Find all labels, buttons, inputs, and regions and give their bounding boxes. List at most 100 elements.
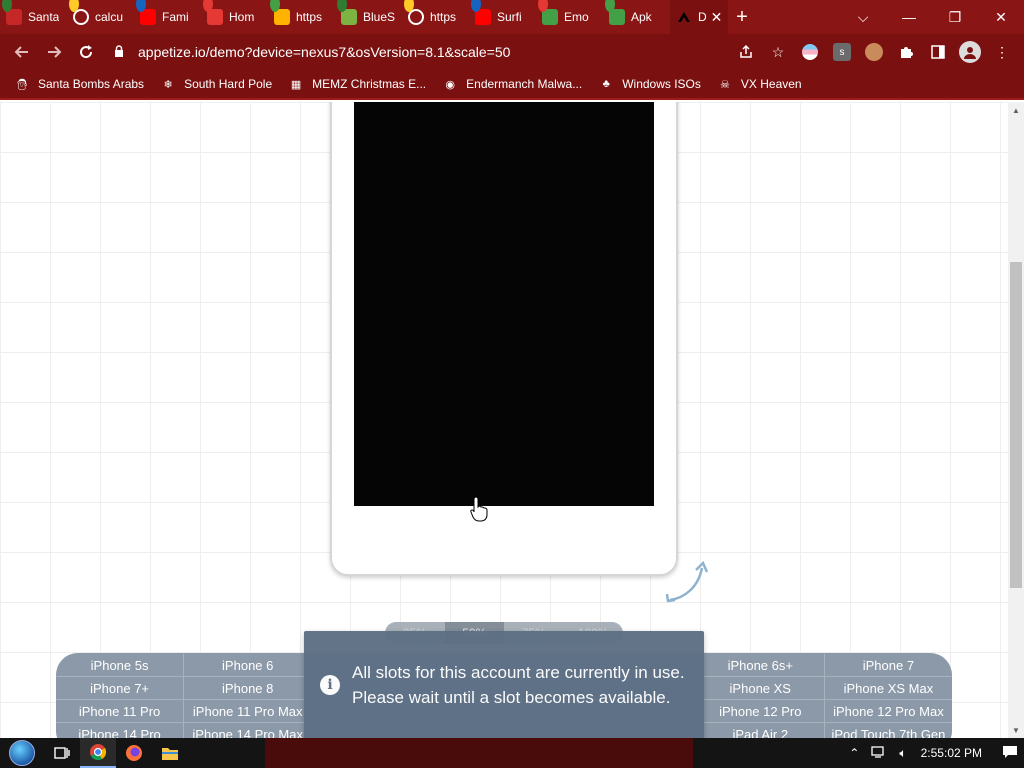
device-option[interactable]: iPhone 14 Pro Max bbox=[184, 723, 313, 738]
notifications-icon[interactable] bbox=[1002, 745, 1018, 762]
lock-icon[interactable] bbox=[114, 44, 132, 60]
tab-10[interactable]: Apk bbox=[603, 0, 670, 34]
firefox-icon bbox=[126, 745, 142, 761]
taskbar-spacer bbox=[265, 738, 693, 768]
tab-label: Santa bbox=[28, 10, 60, 24]
tab-label: Apk bbox=[631, 10, 652, 24]
device-option[interactable]: iPad Air 2 bbox=[697, 723, 825, 738]
minimize-button[interactable]: — bbox=[886, 0, 932, 34]
restore-button[interactable]: ❐ bbox=[932, 0, 978, 34]
device-option[interactable]: iPhone 8 bbox=[184, 677, 313, 700]
tab-label: BlueS bbox=[363, 10, 396, 24]
reload-button[interactable] bbox=[70, 36, 102, 68]
url-text: appetize.io/demo?device=nexus7&osVersion… bbox=[138, 44, 511, 60]
close-tab-icon[interactable]: ✕ bbox=[711, 9, 723, 26]
face-extension-icon[interactable] bbox=[865, 43, 883, 61]
tab-label: D bbox=[698, 10, 707, 24]
tab-label: https bbox=[296, 10, 323, 24]
forward-button[interactable] bbox=[38, 36, 70, 68]
toolbar-actions: ☆ s ⋮ bbox=[730, 36, 1018, 68]
device-option[interactable]: iPhone 7 bbox=[824, 654, 952, 677]
start-button[interactable] bbox=[0, 738, 44, 768]
device-option[interactable]: iPhone 14 Pro bbox=[56, 723, 185, 738]
snowflake-icon: ❄ bbox=[163, 78, 173, 91]
side-panel-icon[interactable] bbox=[922, 36, 954, 68]
bookmark-6[interactable]: ☠ VX Heaven bbox=[717, 76, 802, 92]
tray-overflow-chevron-icon[interactable]: ⌃ bbox=[849, 746, 859, 760]
address-bar[interactable]: appetize.io/demo?device=nexus7&osVersion… bbox=[110, 38, 722, 66]
tab-label: calcu bbox=[95, 10, 124, 24]
new-tab-button[interactable]: + bbox=[728, 3, 756, 31]
tab-label: Hom bbox=[229, 10, 255, 24]
device-option[interactable]: iPhone XS bbox=[696, 677, 825, 700]
bookmark-star-icon[interactable]: ☆ bbox=[762, 36, 794, 68]
network-icon[interactable] bbox=[871, 745, 887, 762]
folder-icon bbox=[162, 748, 178, 760]
taskbar-file-explorer[interactable] bbox=[152, 738, 188, 768]
tab-5[interactable]: https bbox=[268, 0, 335, 34]
device-option[interactable]: iPhone 11 Pro Max bbox=[184, 700, 313, 723]
device-option[interactable]: iPhone 12 Pro bbox=[696, 700, 825, 723]
device-option[interactable]: iPhone 6 bbox=[184, 654, 313, 677]
bookmark-2[interactable]: ❄ South Hard Pole bbox=[160, 76, 272, 92]
device-option[interactable]: iPhone 7+ bbox=[56, 677, 185, 700]
profile-avatar-icon[interactable] bbox=[959, 41, 981, 63]
tab-8[interactable]: Surfi bbox=[469, 0, 536, 34]
menu-kebab-icon[interactable]: ⋮ bbox=[986, 36, 1018, 68]
scroll-up-icon[interactable]: ▲ bbox=[1008, 102, 1024, 118]
extensions-puzzle-icon[interactable] bbox=[890, 36, 922, 68]
santa-icon: 🎅︎ bbox=[15, 78, 29, 91]
bookmark-label: MEMZ Christmas E... bbox=[312, 77, 427, 91]
tab-search-icon[interactable]: ⌵ bbox=[840, 0, 886, 34]
tab-label: Surfi bbox=[497, 10, 522, 24]
flag-extension-icon[interactable] bbox=[802, 44, 818, 60]
scroll-down-icon[interactable]: ▼ bbox=[1008, 722, 1024, 738]
bookmark-5[interactable]: ♣ Windows ISOs bbox=[598, 76, 701, 92]
device-option[interactable]: iPhone XS Max bbox=[824, 677, 952, 700]
bookmarks-bar: 🎅︎ Santa Bombs Arabs ❄ South Hard Pole ▦ MEMZ… bbox=[0, 70, 1024, 100]
device-option[interactable]: iPhone 6s+ bbox=[696, 654, 825, 677]
bookmark-3[interactable]: ▦ MEMZ Christmas E... bbox=[288, 76, 426, 92]
tab-9[interactable]: Emo bbox=[536, 0, 603, 34]
tab-1[interactable]: Santa bbox=[0, 0, 67, 34]
tab-6[interactable]: BlueS bbox=[335, 0, 402, 34]
taskbar-clock[interactable]: 2:55:02 PM bbox=[921, 746, 982, 760]
tab-label: Fami bbox=[162, 10, 189, 24]
taskbar-firefox[interactable] bbox=[116, 738, 152, 768]
back-arrow-icon bbox=[14, 46, 28, 58]
bookmark-1[interactable]: 🎅︎ Santa Bombs Arabs bbox=[14, 76, 144, 92]
back-button[interactable] bbox=[6, 36, 38, 68]
share-icon[interactable] bbox=[730, 36, 762, 68]
tab-label: https bbox=[430, 10, 457, 24]
device-option[interactable]: iPhone 11 Pro bbox=[56, 700, 185, 723]
hand-cursor-icon bbox=[470, 496, 488, 522]
chrome-icon bbox=[90, 744, 107, 761]
bookmark-4[interactable]: ◉ Endermanch Malwa... bbox=[442, 76, 582, 92]
tab-7[interactable]: https bbox=[402, 0, 469, 34]
bookmark-label: South Hard Pole bbox=[184, 77, 273, 91]
taskbar-chrome[interactable] bbox=[80, 738, 116, 768]
close-window-button[interactable]: ✕ bbox=[978, 0, 1024, 34]
rotate-device-icon[interactable] bbox=[664, 558, 712, 606]
memz-icon: ▦ bbox=[290, 78, 302, 91]
tab-2[interactable]: calcu bbox=[67, 0, 134, 34]
bookmark-label: Endermanch Malwa... bbox=[466, 77, 583, 91]
page-scrollbar[interactable]: ▲ ▼ bbox=[1008, 102, 1024, 738]
windows-taskbar: ⌃ 🔈︎ 2:55:02 PM bbox=[0, 738, 1024, 768]
device-option[interactable]: iPhone 12 Pro Max bbox=[824, 700, 952, 723]
device-option[interactable]: iPhone 5s bbox=[56, 654, 185, 677]
device-frame: 5 bbox=[330, 102, 678, 576]
device-option[interactable]: iPod Touch 7th Gen bbox=[825, 723, 952, 739]
scrollbar-thumb[interactable] bbox=[1010, 262, 1022, 588]
device-screen[interactable]: 5 bbox=[354, 102, 654, 506]
cat-icon: ◉ bbox=[445, 78, 455, 91]
s-extension-icon[interactable]: s bbox=[833, 43, 851, 61]
appetize-demo-page: 5 25%50%75%100% iPhone 5siPhone 6iPhone … bbox=[0, 102, 1008, 738]
tab-active-appetize[interactable]: D ✕ bbox=[670, 0, 728, 34]
tab-3[interactable]: Fami bbox=[134, 0, 201, 34]
reload-icon bbox=[80, 45, 93, 59]
volume-icon[interactable]: 🔈︎ bbox=[899, 746, 906, 761]
vx-icon: ☠ bbox=[719, 78, 730, 91]
task-view-button[interactable] bbox=[44, 738, 80, 768]
tab-4[interactable]: Hom bbox=[201, 0, 268, 34]
